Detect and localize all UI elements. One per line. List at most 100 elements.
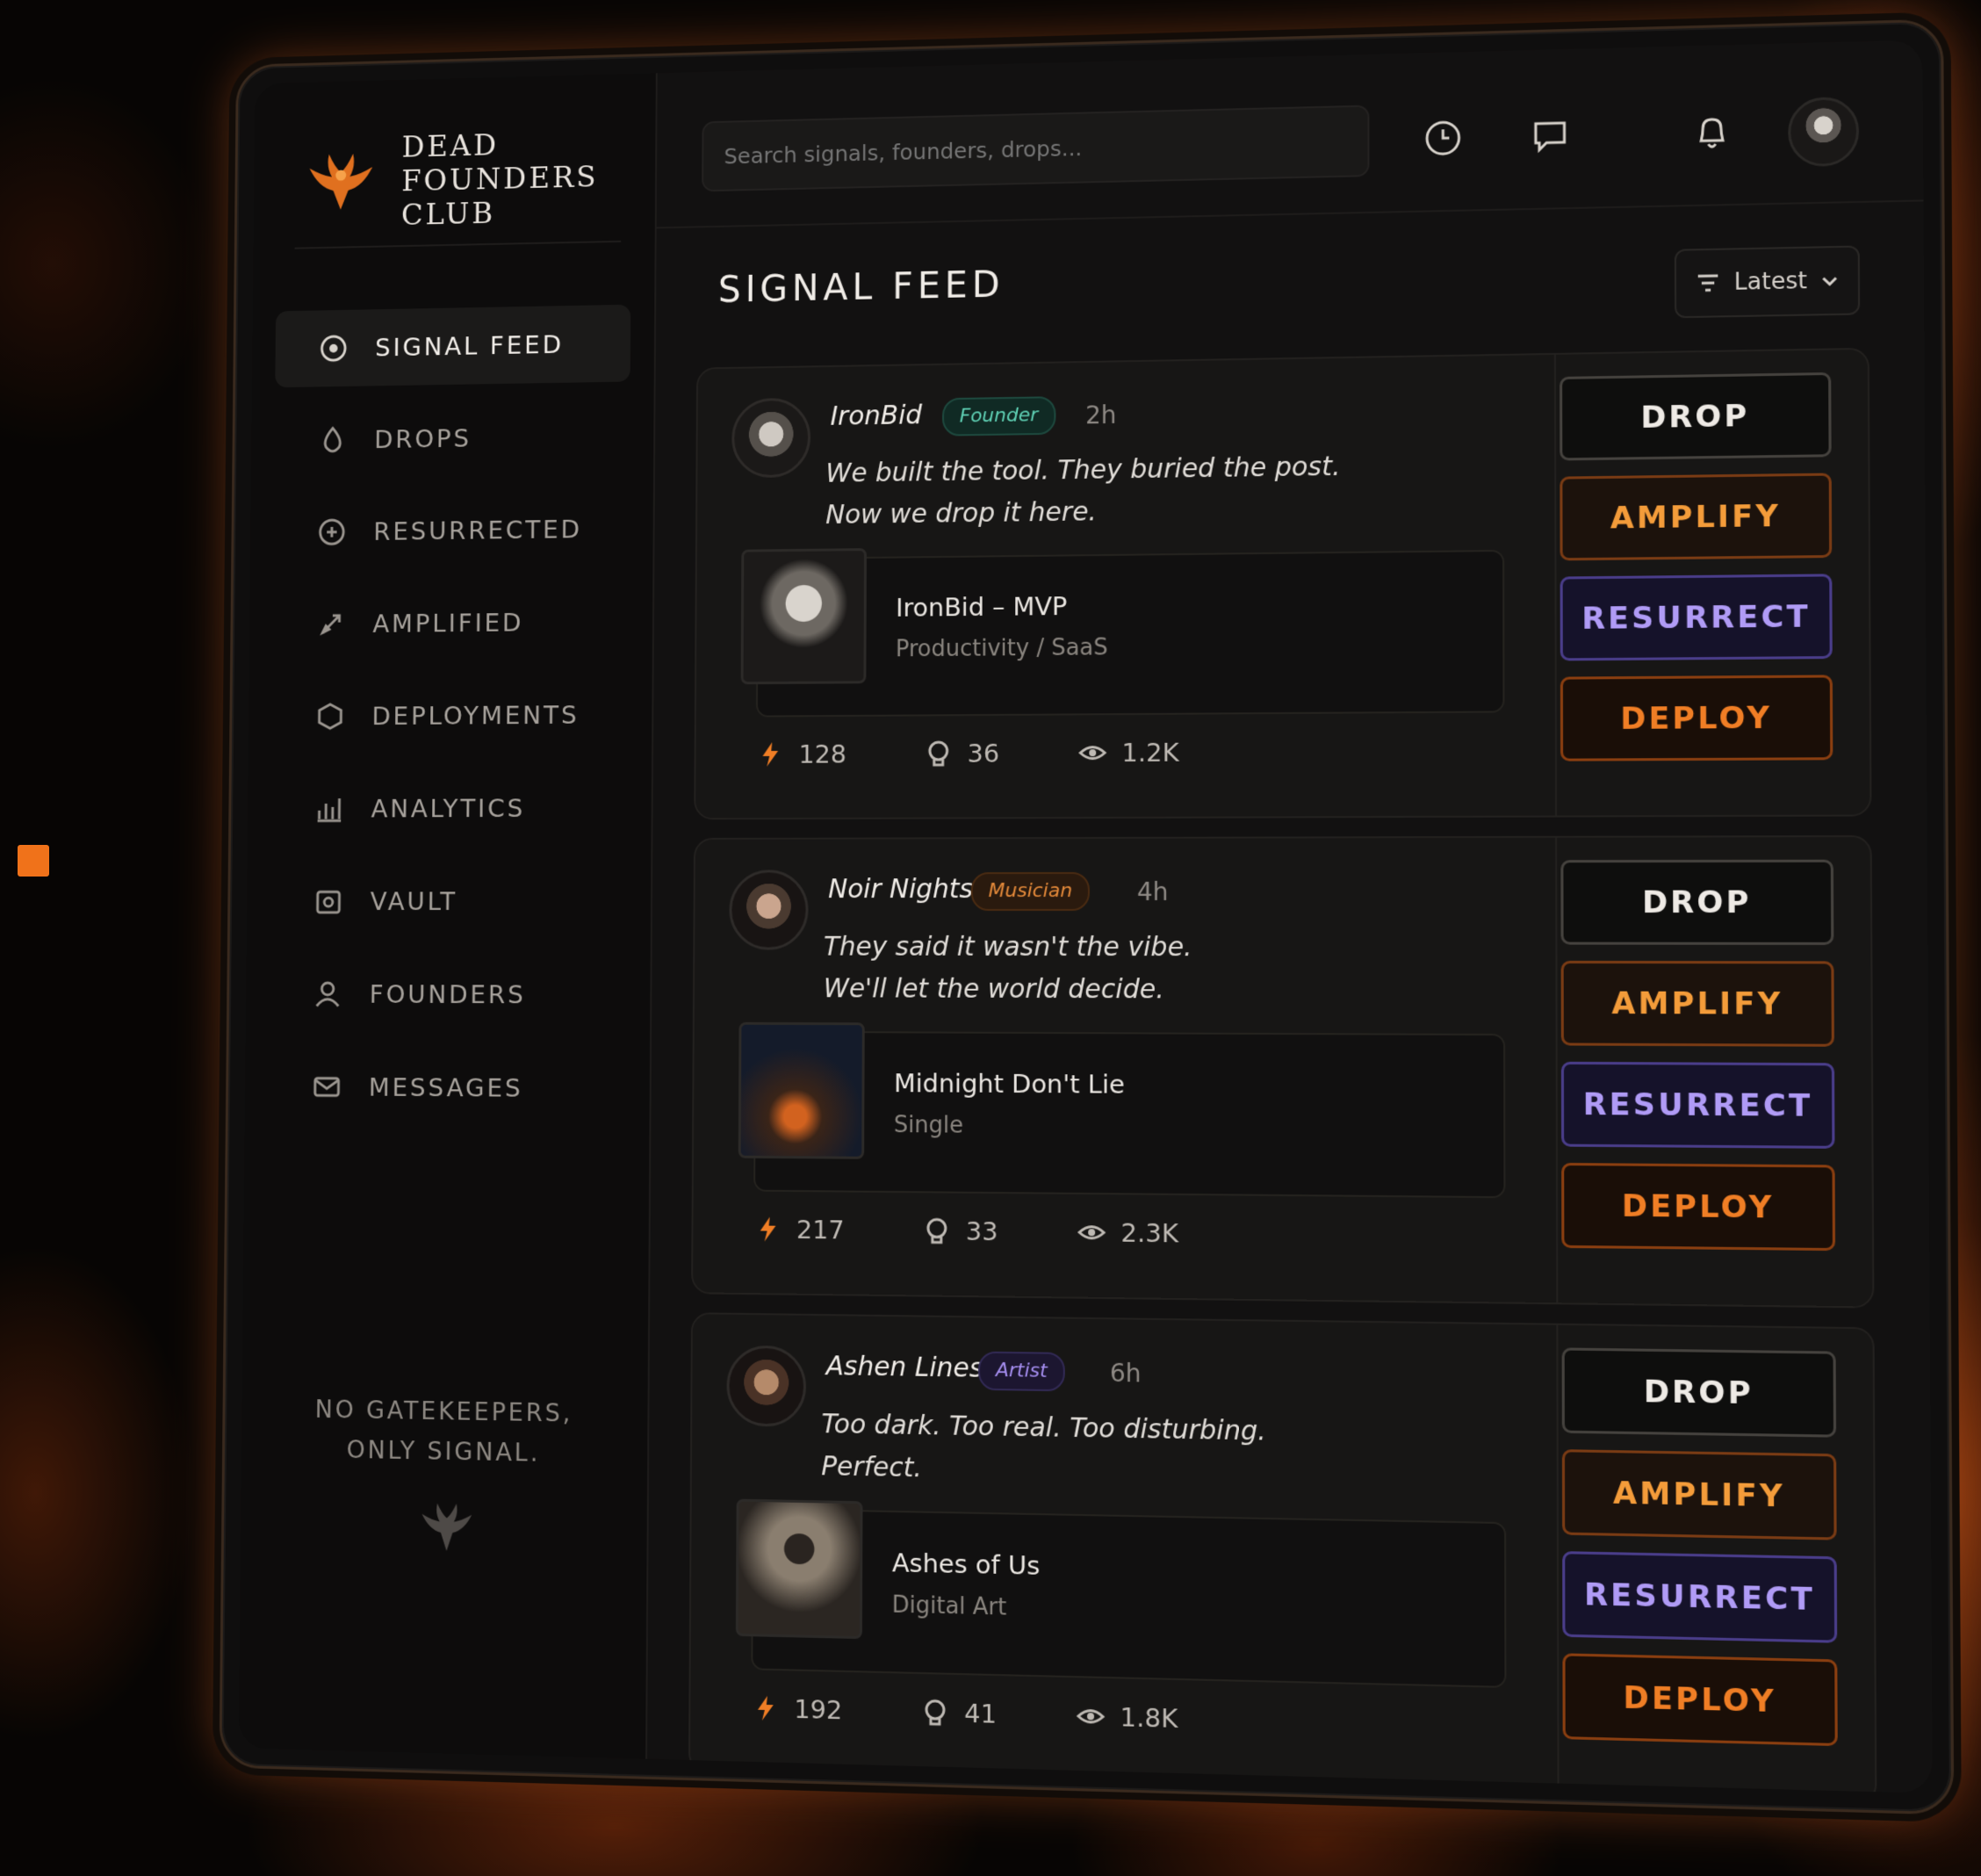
sidebar-item-label: MESSAGES (368, 1072, 523, 1103)
bolt-icon (762, 742, 779, 767)
sort-label: Latest (1733, 267, 1807, 296)
attachment-subtitle: Digital Art (891, 1591, 1007, 1621)
user-icon (311, 977, 344, 1011)
sidebar-item-analytics[interactable]: ANALYTICS (270, 768, 628, 847)
profile-avatar[interactable] (1788, 96, 1860, 168)
author-name[interactable]: Ashen Lines (826, 1351, 983, 1384)
post-time: 4h (1136, 877, 1169, 906)
deploy-button[interactable]: DEPLOY (1562, 1653, 1838, 1747)
skull-stat[interactable]: 41 (920, 1697, 997, 1729)
sidebar: DEAD FOUNDERS CLUB SIGNAL FEED DROPS RES… (238, 73, 658, 1759)
bolt-stat[interactable]: 217 (753, 1214, 845, 1245)
post-message: They said it wasn't the vibe. We'll let … (824, 927, 1192, 1012)
skull-stat[interactable]: 36 (924, 739, 999, 768)
attachment-card[interactable]: Ashes of Us Digital Art (735, 1498, 1507, 1688)
message-line: Too dark. Too real. Too disturbing. (821, 1409, 1266, 1447)
deploy-icon (313, 699, 347, 733)
sidebar-item-vault[interactable]: VAULT (270, 862, 627, 941)
post-stats: 128 36 1.2K (756, 737, 1258, 769)
skull-stat[interactable]: 33 (922, 1216, 998, 1246)
author-avatar[interactable] (729, 869, 809, 950)
deploy-button[interactable]: DEPLOY (1561, 1162, 1836, 1252)
phoenix-emblem-icon (421, 1503, 472, 1552)
skull-count: 36 (967, 738, 1000, 768)
author-name[interactable]: IronBid (830, 400, 922, 432)
filter-icon (1694, 270, 1721, 297)
drop-button[interactable]: DROP (1560, 859, 1834, 945)
resurrect-button[interactable]: RESURRECT (1560, 1061, 1835, 1149)
author-avatar[interactable] (731, 397, 811, 479)
attachment-card[interactable]: IronBid – MVP Productivity / SaaS (740, 548, 1505, 718)
bolt-count: 128 (798, 739, 846, 769)
sidebar-item-resurrected[interactable]: RESURRECTED (273, 490, 630, 571)
post-time: 2h (1085, 400, 1117, 430)
resurrect-button[interactable]: RESURRECT (1562, 1551, 1838, 1643)
app-screen: DEAD FOUNDERS CLUB SIGNAL FEED DROPS RES… (238, 40, 1933, 1793)
bolt-icon (757, 1695, 774, 1721)
deploy-button[interactable]: DEPLOY (1560, 675, 1833, 761)
amplify-button[interactable]: AMPLIFY (1561, 1449, 1837, 1540)
post-body: IronBid Founder 2h We built the tool. Th… (695, 354, 1558, 819)
views-count: 2.3K (1120, 1217, 1178, 1249)
attachment-card[interactable]: Midnight Don't Lie Single (738, 1021, 1506, 1199)
role-badge: Artist (977, 1351, 1065, 1392)
sidebar-item-messages[interactable]: MESSAGES (268, 1048, 626, 1128)
tagline-line-1: NO GATEKEEPERS, (314, 1395, 573, 1428)
sidebar-item-label: DEPLOYMENTS (371, 700, 580, 731)
main-content: SIGNAL FEED Latest IronBid Founder 2h We… (645, 40, 1933, 1793)
amplify-button[interactable]: AMPLIFY (1560, 960, 1834, 1047)
brand[interactable]: DEAD FOUNDERS CLUB (303, 125, 653, 234)
attachment-subtitle: Productivity / SaaS (895, 634, 1108, 663)
sidebar-item-deployments[interactable]: DEPLOYMENTS (271, 675, 628, 754)
skull-icon (924, 739, 954, 768)
sidebar-item-drops[interactable]: DROPS (274, 397, 630, 480)
sidebar-item-label: VAULT (370, 886, 458, 916)
post-message: Too dark. Too real. Too disturbing. Perf… (821, 1403, 1266, 1496)
tagline-line-2: ONLY SIGNAL. (346, 1435, 541, 1468)
bell-icon[interactable] (1687, 106, 1738, 157)
attachment-title: Midnight Don't Lie (893, 1068, 1125, 1100)
mail-icon (310, 1070, 343, 1104)
clock-icon[interactable] (1418, 113, 1468, 163)
feed-post: Noir Nights Musician 4h They said it was… (691, 835, 1875, 1309)
views-stat: 1.8K (1076, 1701, 1178, 1734)
sidebar-item-label: RESURRECTED (373, 514, 583, 546)
post-actions: DROP AMPLIFY RESURRECT DEPLOY (1560, 859, 1836, 1267)
views-count: 1.8K (1120, 1701, 1178, 1735)
post-actions: DROP AMPLIFY RESURRECT DEPLOY (1560, 372, 1833, 777)
chat-icon[interactable] (1525, 111, 1575, 161)
author-name[interactable]: Noir Nights (828, 874, 973, 905)
chart-icon (313, 791, 346, 826)
chevron-down-icon (1819, 271, 1840, 291)
post-stats: 192 41 1.8K (751, 1692, 1257, 1735)
views-count: 1.2K (1121, 737, 1179, 768)
sort-dropdown[interactable]: Latest (1674, 245, 1861, 319)
sidebar-item-founders[interactable]: FOUNDERS (269, 956, 626, 1034)
resurrect-button[interactable]: RESURRECT (1560, 574, 1833, 661)
drop-button[interactable]: DROP (1560, 372, 1832, 461)
search-input[interactable] (702, 105, 1370, 192)
tagline: NO GATEKEEPERS, ONLY SIGNAL. (275, 1389, 614, 1475)
views-stat: 2.3K (1077, 1217, 1178, 1248)
skull-icon (922, 1216, 952, 1245)
role-badge: Founder (941, 396, 1055, 437)
post-stats: 217 33 2.3K (753, 1214, 1258, 1249)
bolt-stat[interactable]: 128 (756, 740, 846, 769)
rocket-icon (314, 607, 348, 641)
author-avatar[interactable] (726, 1345, 807, 1427)
attachment-thumbnail (735, 1498, 863, 1640)
sidebar-item-signal-feed[interactable]: SIGNAL FEED (275, 304, 631, 388)
message-line: Now we drop it here. (825, 496, 1097, 530)
amplify-button[interactable]: AMPLIFY (1560, 473, 1833, 561)
attachment-thumbnail (738, 1021, 865, 1159)
drop-button[interactable]: DROP (1561, 1347, 1837, 1438)
bolt-stat[interactable]: 192 (751, 1692, 842, 1725)
resurrect-icon (315, 515, 349, 549)
skull-icon (920, 1697, 950, 1728)
post-body: Ashen Lines Artist 6h Too dark. Too real… (689, 1314, 1560, 1793)
sidebar-nav: SIGNAL FEED DROPS RESURRECTED AMPLIFIED … (268, 304, 631, 1144)
message-line: They said it wasn't the vibe. (823, 931, 1192, 963)
sidebar-item-amplified[interactable]: AMPLIFIED (272, 582, 629, 662)
post-message: We built the tool. They buried the post.… (825, 446, 1341, 537)
message-line: We'll let the world decide. (823, 973, 1164, 1006)
